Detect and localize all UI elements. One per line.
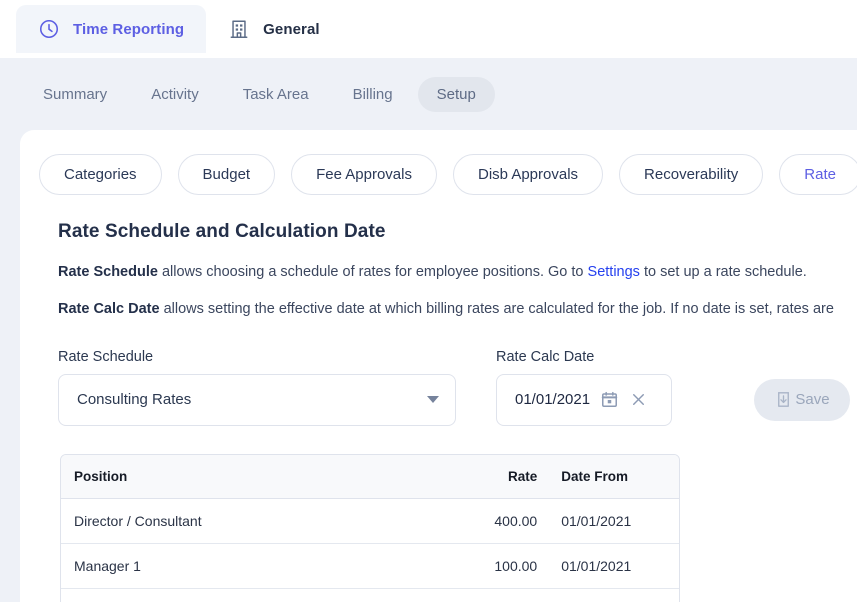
rate-schedule-term: Rate Schedule xyxy=(58,264,158,280)
rate-calc-date-term: Rate Calc Date xyxy=(58,300,160,317)
pill-rate[interactable]: Rate xyxy=(779,154,857,195)
rate-schedule-field: Rate Schedule Consulting Rates xyxy=(58,349,456,426)
content-card: Categories Budget Fee Approvals Disb App… xyxy=(20,130,857,602)
module-tab-label: General xyxy=(263,20,320,38)
cell-date-from: 01/01/2021 xyxy=(549,543,679,589)
table-row[interactable]: Partner / Principal 500.00 01/01/2021 xyxy=(61,588,679,602)
rate-schedule-label: Rate Schedule xyxy=(58,348,154,365)
pill-fee-approvals[interactable]: Fee Approvals xyxy=(291,154,437,195)
rate-form-row: Rate Schedule Consulting Rates Rate Calc… xyxy=(20,349,857,426)
save-download-icon xyxy=(774,390,793,409)
column-header-date-from: Date From xyxy=(549,454,679,499)
cell-date-from: 01/01/2021 xyxy=(549,498,679,544)
table-header-row: Position Rate Date From xyxy=(61,454,679,499)
column-header-rate: Rate xyxy=(444,454,550,499)
module-tab-label: Time Reporting xyxy=(73,20,185,38)
save-button-label: Save xyxy=(795,391,830,409)
rate-calc-date-field: Rate Calc Date 01/01/2021 xyxy=(496,349,672,426)
cell-position: Director / Consultant xyxy=(61,498,445,544)
rate-calc-date-desc-text: allows setting the effective date at whi… xyxy=(159,300,834,317)
subnav-item-activity[interactable]: Activity xyxy=(132,77,218,112)
pill-recoverability[interactable]: Recoverability xyxy=(619,154,764,195)
building-icon xyxy=(228,18,250,40)
module-tab-time-reporting[interactable]: Time Reporting xyxy=(16,5,207,53)
subnav-item-summary[interactable]: Summary xyxy=(24,77,126,112)
column-header-position: Position xyxy=(61,454,445,499)
pill-disb-approvals[interactable]: Disb Approvals xyxy=(452,154,604,195)
rate-calc-date-label: Rate Calc Date xyxy=(496,348,595,365)
rate-schedule-desc-part2: to set up a rate schedule. xyxy=(639,264,807,280)
calendar-icon[interactable] xyxy=(600,390,619,409)
settings-link[interactable]: Settings xyxy=(588,264,640,280)
cell-rate: 500.00 xyxy=(444,588,550,602)
pill-budget[interactable]: Budget xyxy=(177,154,276,195)
cell-rate: 100.00 xyxy=(444,543,550,589)
table-row[interactable]: Manager 1 100.00 01/01/2021 xyxy=(61,543,679,589)
save-button[interactable]: Save xyxy=(754,378,850,421)
section-title: Rate Schedule and Calculation Date xyxy=(58,221,386,242)
rate-schedule-desc-part1: allows choosing a schedule of rates for … xyxy=(157,264,588,280)
cell-position: Manager 1 xyxy=(61,543,445,589)
module-tab-bar: Time Reporting General xyxy=(0,0,857,58)
table-row[interactable]: Director / Consultant 400.00 01/01/2021 xyxy=(61,498,679,544)
subnav-item-task-area[interactable]: Task Area xyxy=(224,77,328,112)
rate-schedule-description: Rate Schedule allows choosing a schedule… xyxy=(20,263,857,282)
cell-position: Partner / Principal xyxy=(61,588,445,602)
module-tab-general[interactable]: General xyxy=(206,5,342,53)
clear-date-icon[interactable] xyxy=(629,390,648,409)
rate-calc-date-value: 01/01/2021 xyxy=(515,391,591,409)
pill-categories[interactable]: Categories xyxy=(39,154,162,195)
rate-calc-date-input[interactable]: 01/01/2021 xyxy=(496,373,672,426)
rate-calc-date-description: Rate Calc Date allows setting the effect… xyxy=(20,300,857,319)
setup-section-pills: Categories Budget Fee Approvals Disb App… xyxy=(20,154,857,195)
cell-date-from: 01/01/2021 xyxy=(549,588,679,602)
rate-schedule-selected-value: Consulting Rates xyxy=(77,391,192,409)
rate-schedule-select[interactable]: Consulting Rates xyxy=(58,373,456,426)
subnav-item-setup[interactable]: Setup xyxy=(417,76,495,112)
secondary-nav: Summary Activity Task Area Billing Setup xyxy=(0,58,857,130)
subnav-item-billing[interactable]: Billing xyxy=(334,77,412,112)
chevron-down-icon xyxy=(427,396,439,404)
cell-rate: 400.00 xyxy=(444,498,550,544)
rate-table: Position Rate Date From Director / Consu… xyxy=(60,453,680,602)
clock-icon xyxy=(38,18,60,40)
